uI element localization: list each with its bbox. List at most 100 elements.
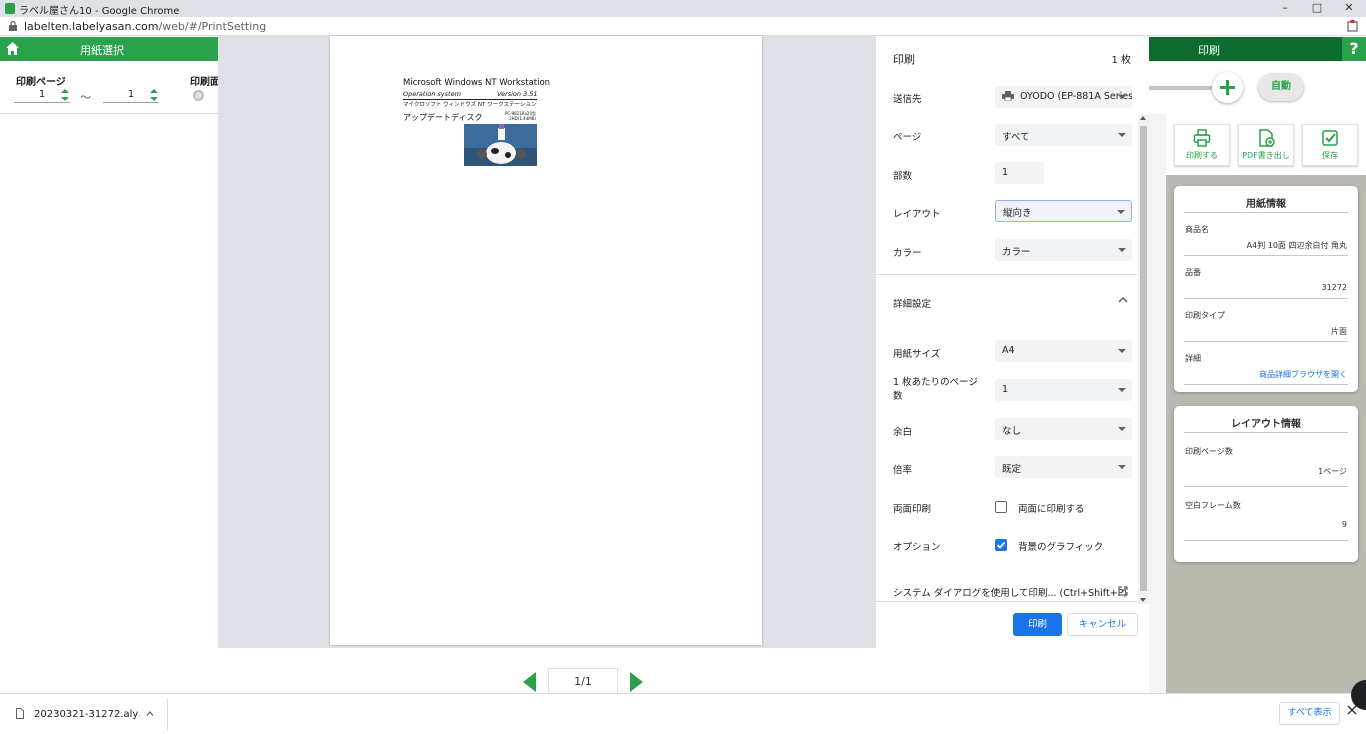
download-bar: 20230321-31272.aly すべて表示: [0, 693, 1366, 734]
paper-select-tab[interactable]: 用紙選択: [0, 42, 218, 58]
maximize-button[interactable]: □: [1302, 0, 1332, 17]
open-external-icon[interactable]: [1118, 586, 1128, 596]
info-key: 商品名: [1185, 225, 1209, 234]
scale-value: 既定: [1002, 464, 1022, 475]
pdf-export-label: PDF書き出し: [1242, 151, 1290, 160]
pages-select[interactable]: すべて: [995, 124, 1132, 146]
info-value: 9: [1341, 520, 1347, 529]
download-file-name[interactable]: 20230321-31272.aly: [34, 709, 138, 720]
show-all-button[interactable]: すべて表示: [1279, 702, 1340, 725]
info-row-print-type: 印刷タイプ 片面: [1184, 299, 1348, 342]
page-from-stepper-icon[interactable]: [61, 88, 69, 102]
print-page-label: 印刷ページ: [16, 77, 66, 88]
close-window-button[interactable]: ✕: [1334, 0, 1364, 17]
window-titlebar: ラベル屋さん10 - Google Chrome – □ ✕: [0, 0, 1366, 17]
copies-input[interactable]: 1: [995, 162, 1044, 184]
checkmark-icon: [996, 541, 1006, 549]
pdf-export-button[interactable]: PDF書き出し: [1238, 124, 1294, 166]
scroll-up-icon[interactable]: [1140, 116, 1146, 120]
app-header-left: 用紙選択: [0, 37, 218, 61]
auto-button[interactable]: 自動: [1258, 73, 1304, 101]
print-face-radio[interactable]: [193, 90, 204, 101]
system-dialog-link[interactable]: システム ダイアログを使用して印刷... (Ctrl+Shift+P): [893, 585, 1127, 599]
cancel-button[interactable]: キャンセル: [1067, 613, 1138, 636]
pages-per-sheet-select[interactable]: 1: [995, 379, 1132, 401]
address-bar[interactable]: labelten.labelyasan.com/web/#/PrintSetti…: [0, 17, 1366, 36]
download-separator: [167, 699, 168, 731]
chevron-down-icon: [1118, 95, 1126, 99]
save-button[interactable]: 保存: [1302, 124, 1358, 166]
copies-label: 部数: [893, 171, 913, 182]
info-key: 空白フレーム数: [1185, 501, 1241, 510]
scroll-thumb[interactable]: [1140, 126, 1147, 591]
app-divider: [0, 113, 218, 114]
scale-select[interactable]: 既定: [995, 456, 1132, 478]
label-update-text: アップデートディスク: [403, 113, 483, 122]
label-pc-line2: 2HD(1.44MB): [509, 116, 536, 121]
print-button[interactable]: 印刷: [1013, 613, 1062, 636]
pages-per-sheet-value: 1: [1002, 384, 1009, 395]
zoom-slider-track[interactable]: [1148, 86, 1212, 90]
page-indicator: 1/1: [548, 668, 618, 695]
product-detail-link[interactable]: 商品詳細ブラウザを開く: [1259, 369, 1347, 380]
url-text[interactable]: labelten.labelyasan.com/web/#/PrintSetti…: [24, 20, 266, 33]
chevron-down-icon: [1118, 133, 1126, 137]
details-toggle[interactable]: 詳細設定: [893, 296, 931, 310]
layout-info-card: レイアウト情報 印刷ページ数 1ページ 空白フレーム数 9: [1174, 406, 1358, 562]
workspace-scroll-strip: [1149, 114, 1166, 693]
layout-label: レイアウト: [893, 209, 941, 220]
chevron-down-icon: [1117, 210, 1125, 214]
url-path: /web/#/PrintSetting: [158, 20, 267, 33]
url-host: labelten.labelyasan.com: [24, 20, 159, 33]
page-to-stepper-icon[interactable]: [150, 88, 158, 102]
chevron-down-icon: [1118, 465, 1126, 469]
zoom-in-button[interactable]: [1212, 72, 1243, 103]
previous-page-icon[interactable]: [522, 671, 537, 693]
label-version-text: Version 3.51: [497, 90, 538, 98]
plus-icon: [1220, 80, 1235, 95]
duplex-checkbox[interactable]: [995, 501, 1007, 513]
paper-size-select[interactable]: A4: [995, 340, 1132, 362]
info-row-details: 詳細 商品詳細ブラウザを開く: [1184, 342, 1348, 385]
scale-label: 倍率: [893, 465, 913, 476]
app-favicon-icon: [5, 3, 15, 14]
color-value: カラー: [1002, 247, 1031, 258]
print-panel-scrollbar[interactable]: [1138, 114, 1149, 604]
save-label: 保存: [1322, 151, 1338, 160]
margins-select[interactable]: なし: [995, 418, 1132, 440]
layout-select[interactable]: 縦向き: [995, 200, 1132, 222]
label-operation-text: Operation system: [403, 90, 461, 98]
minimize-button[interactable]: –: [1270, 0, 1300, 17]
info-row-blank-frames: 空白フレーム数 9: [1184, 487, 1348, 541]
destination-select[interactable]: OYODO (EP-881A Series): [995, 86, 1132, 108]
print-settings-panel: 印刷 1 枚 送信先 OYODO (EP-881A Series) ページ すべ…: [876, 36, 1149, 648]
pdf-file-icon: [1259, 129, 1275, 147]
color-select[interactable]: カラー: [995, 239, 1132, 261]
label-title-text: Microsoft Windows NT Workstation: [403, 78, 551, 88]
info-value: 31272: [1321, 283, 1347, 292]
paper-size-label: 用紙サイズ: [893, 349, 941, 360]
duplex-option-label[interactable]: 両面に印刷する: [1018, 501, 1085, 515]
next-page-icon[interactable]: [629, 671, 644, 693]
extension-icon[interactable]: [1347, 20, 1358, 32]
print-action-button[interactable]: 印刷する: [1174, 124, 1230, 166]
background-graphics-checkbox[interactable]: [995, 539, 1007, 551]
info-row-page-count: 印刷ページ数 1ページ: [1184, 433, 1348, 487]
info-row-product-name: 商品名 A4判 10面 四辺余白付 角丸: [1184, 213, 1348, 256]
label-japanese-text: マイクロソフト ウィンドウズ NT ワークステーション: [403, 102, 537, 108]
page-range-tilde: ～: [80, 91, 91, 104]
info-row-product-number: 品番 31272: [1184, 256, 1348, 299]
scroll-down-icon[interactable]: [1140, 598, 1146, 602]
chevron-down-icon: [1118, 349, 1126, 353]
chevron-up-icon[interactable]: [1118, 296, 1128, 303]
pages-label: ページ: [893, 132, 922, 143]
destination-label: 送信先: [893, 94, 922, 105]
window-title: ラベル屋さん10 - Google Chrome: [19, 6, 180, 17]
chevron-up-icon[interactable]: [146, 711, 154, 716]
help-button[interactable]: ?: [1342, 37, 1366, 61]
background-graphics-label[interactable]: 背景のグラフィック: [1018, 539, 1103, 553]
print-tab[interactable]: 印刷: [1148, 42, 1270, 58]
paper-info-title: 用紙情報: [1184, 186, 1348, 213]
save-icon: [1322, 130, 1338, 146]
footer-divider: [876, 601, 1137, 602]
